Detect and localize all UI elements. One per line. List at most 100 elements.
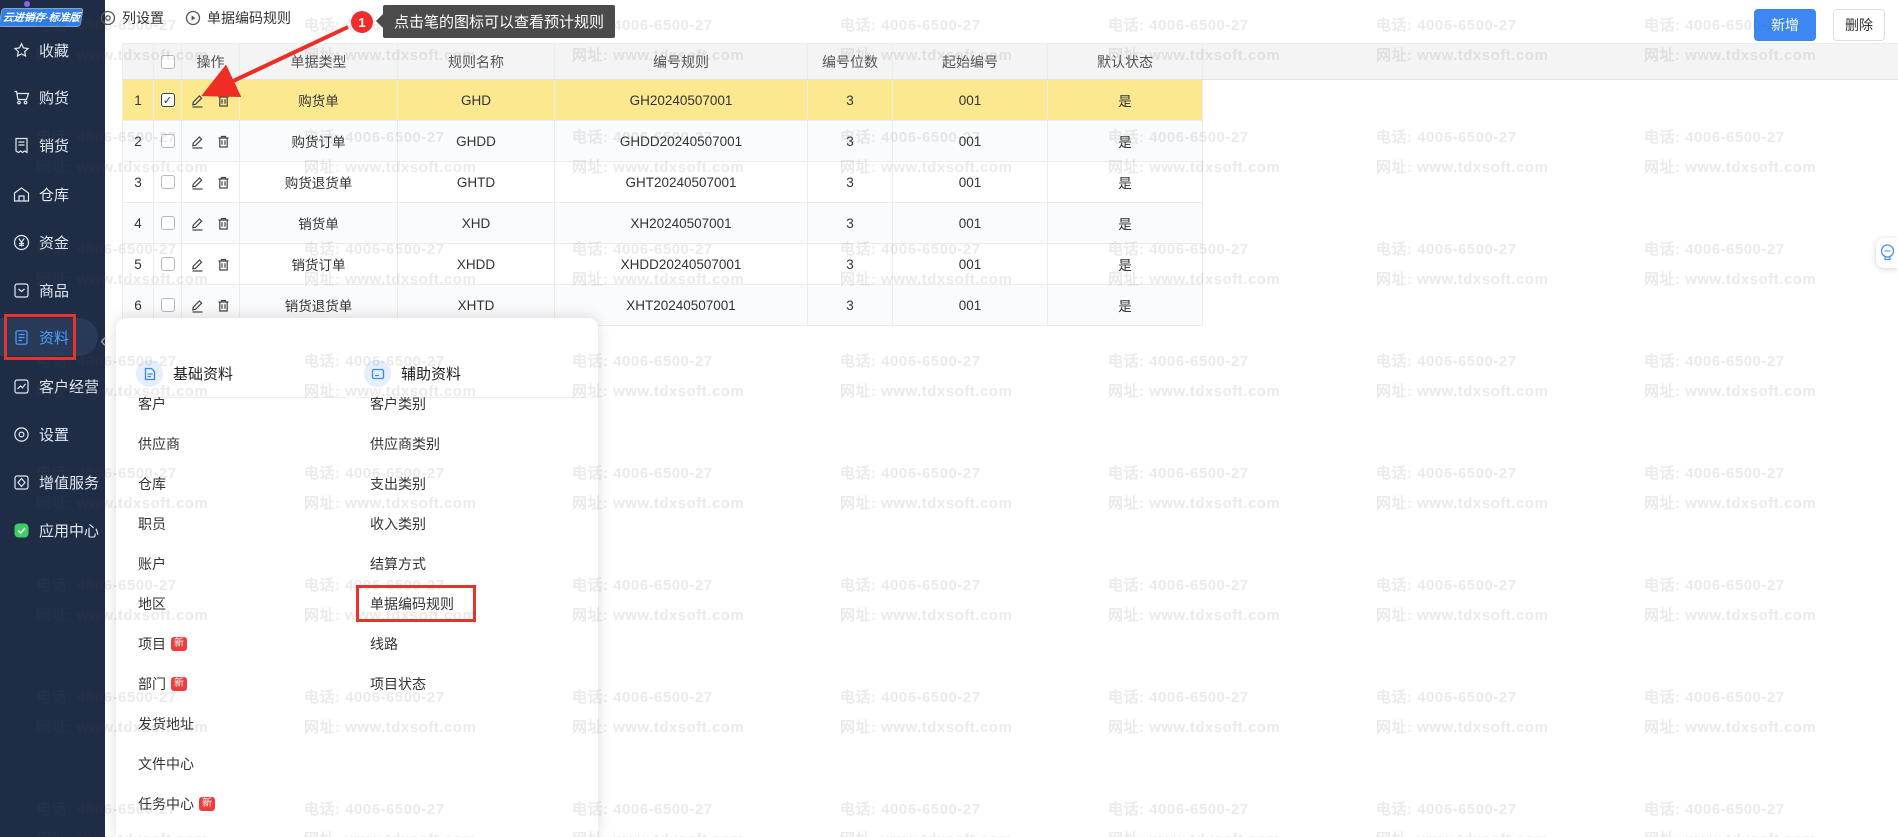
play-circle-icon [185, 10, 201, 26]
coding-rules-button[interactable]: 单据编码规则 [185, 8, 291, 28]
menu-item-expense-category[interactable]: 支出类别 [370, 464, 454, 504]
row-checkbox[interactable] [161, 175, 175, 189]
cell-default: 是 [1048, 162, 1203, 202]
row-index: 1 [122, 80, 154, 120]
menu-item-file-center[interactable]: 文件中心 [138, 744, 215, 784]
aux-data-menu: 客户类别 供应商类别 支出类别 收入类别 结算方式 单据编码规则 线路 项目状态 [370, 384, 454, 704]
assistant-float-button[interactable] [1876, 238, 1898, 268]
app-logo: 云进销存·标准版 [0, 9, 82, 26]
menu-item-route[interactable]: 线路 [370, 624, 454, 664]
sidebar-item-value-added[interactable]: 增值服务 [0, 465, 105, 499]
row-checkbox[interactable] [161, 134, 175, 148]
section-basic-data: 基础资料 [136, 360, 233, 387]
cell-default: 是 [1048, 80, 1203, 120]
step-badge: 1 [351, 11, 373, 33]
column-settings-label: 列设置 [122, 8, 164, 28]
menu-item-staff[interactable]: 职员 [138, 504, 215, 544]
sidebar-item-settings[interactable]: 设置 [0, 417, 105, 451]
header-default: 默认状态 [1048, 44, 1203, 79]
warehouse-icon [13, 186, 30, 203]
menu-item-income-category[interactable]: 收入类别 [370, 504, 454, 544]
menu-item-label: 客户 [138, 394, 166, 414]
sidebar-item-sales[interactable]: 销货 [0, 128, 105, 162]
assistant-robot-icon [1879, 243, 1896, 263]
delete-trash-icon[interactable] [215, 215, 232, 232]
cell-digits: 3 [808, 203, 893, 243]
menu-item-coding-rules[interactable]: 单据编码规则 [370, 584, 454, 624]
delete-trash-icon[interactable] [215, 256, 232, 273]
cell-doc-type: 销货订单 [240, 244, 398, 284]
menu-item-settlement-method[interactable]: 结算方式 [370, 544, 454, 584]
cell-rule: GHDD20240507001 [555, 121, 808, 161]
row-checkbox[interactable]: ✓ [161, 93, 175, 107]
row-checkbox[interactable] [161, 298, 175, 312]
sidebar-item-funds[interactable]: 资金 [0, 225, 105, 259]
star-icon [13, 42, 30, 59]
table-row: 5 销货订单 XHDD XHDD20240507001 3 001 是 [122, 244, 1203, 285]
logo-dot [24, 1, 30, 7]
row-checkbox[interactable] [161, 216, 175, 230]
cell-start: 001 [893, 285, 1048, 325]
menu-item-task-center[interactable]: 任务中心新 [138, 784, 215, 824]
menu-item-shipping-address[interactable]: 发货地址 [138, 704, 215, 744]
delete-trash-icon[interactable] [215, 92, 232, 109]
add-button[interactable]: 新增 [1754, 9, 1816, 41]
tooltip-text: 点击笔的图标可以查看预计规则 [394, 11, 604, 32]
cell-rule: XHDD20240507001 [555, 244, 808, 284]
menu-item-account[interactable]: 账户 [138, 544, 215, 584]
menu-item-warehouse[interactable]: 仓库 [138, 464, 215, 504]
row-index: 2 [122, 121, 154, 161]
delete-button[interactable]: 删除 [1833, 9, 1885, 41]
sidebar-item-app-center[interactable]: 应用中心 [0, 513, 105, 547]
menu-item-project[interactable]: 项目新 [138, 624, 215, 664]
cell-default: 是 [1048, 285, 1203, 325]
cell-digits: 3 [808, 244, 893, 284]
delete-trash-icon[interactable] [215, 133, 232, 150]
menu-item-customer[interactable]: 客户 [138, 384, 215, 424]
sidebar-item-purchase[interactable]: 购货 [0, 80, 105, 114]
sidebar-item-warehouse[interactable]: 仓库 [0, 177, 105, 211]
menu-item-supplier-category[interactable]: 供应商类别 [370, 424, 454, 464]
menu-item-supplier[interactable]: 供应商 [138, 424, 215, 464]
sidebar: 云进销存·标准版 收藏 购货 销货 仓库 资金 商品 资料 客户经营 设置 增值… [0, 0, 105, 837]
menu-item-project-status[interactable]: 项目状态 [370, 664, 454, 704]
basic-data-panel: 基础资料 辅助资料 客户 供应商 仓库 职员 账户 地区 项目新 部门新 发货地… [116, 318, 598, 837]
header-op: 操作 [182, 44, 240, 79]
sidebar-item-goods[interactable]: 商品 [0, 273, 105, 307]
sidebar-item-data[interactable]: 资料 [0, 320, 105, 354]
sidebar-item-customer-mgmt[interactable]: 客户经营 [0, 369, 105, 403]
column-settings-button[interactable]: 列设置 [100, 8, 164, 28]
delete-trash-icon[interactable] [215, 297, 232, 314]
row-checkbox[interactable] [161, 257, 175, 271]
sidebar-item-label: 仓库 [39, 184, 69, 205]
sidebar-item-label: 增值服务 [39, 472, 99, 493]
menu-item-label: 职员 [138, 514, 166, 534]
cell-doc-type: 购货订单 [240, 121, 398, 161]
menu-item-label: 仓库 [138, 474, 166, 494]
receipt-icon [13, 137, 30, 154]
cell-default: 是 [1048, 121, 1203, 161]
edit-pencil-icon[interactable] [189, 215, 206, 232]
new-badge: 新 [171, 637, 187, 651]
menu-item-label: 线路 [370, 634, 398, 654]
annotation-tooltip: 点击笔的图标可以查看预计规则 [383, 5, 615, 38]
edit-pencil-icon[interactable] [189, 174, 206, 191]
section-title: 基础资料 [173, 363, 233, 384]
select-all-checkbox[interactable] [161, 55, 175, 69]
menu-item-region[interactable]: 地区 [138, 584, 215, 624]
edit-pencil-icon[interactable] [189, 297, 206, 314]
menu-item-customer-category[interactable]: 客户类别 [370, 384, 454, 424]
cell-start: 001 [893, 80, 1048, 120]
sidebar-item-favorites[interactable]: 收藏 [0, 33, 105, 67]
menu-item-label: 任务中心 [138, 794, 194, 814]
edit-pencil-icon[interactable] [189, 256, 206, 273]
section-title: 辅助资料 [401, 363, 461, 384]
collapse-chevron-icon[interactable]: ‹ [100, 330, 107, 353]
header-rule-name: 规则名称 [398, 44, 555, 79]
delete-trash-icon[interactable] [215, 174, 232, 191]
edit-pencil-icon[interactable] [189, 92, 206, 109]
goods-box-icon [13, 282, 30, 299]
menu-item-label: 支出类别 [370, 474, 426, 494]
edit-pencil-icon[interactable] [189, 133, 206, 150]
menu-item-department[interactable]: 部门新 [138, 664, 215, 704]
